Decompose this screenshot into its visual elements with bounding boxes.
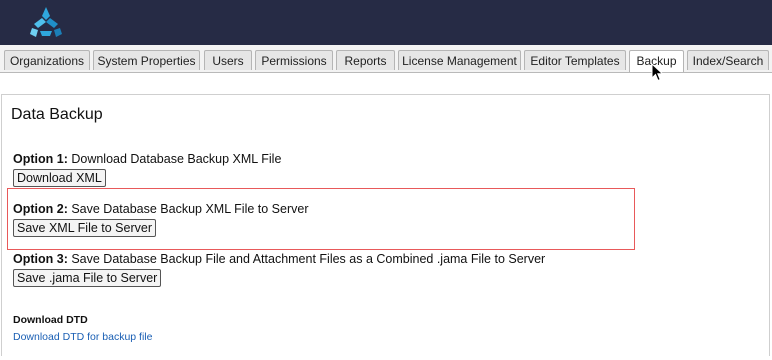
download-xml-button[interactable]: Download XML	[13, 169, 106, 187]
mouse-pointer-icon	[651, 63, 664, 82]
tab-permissions[interactable]: Permissions	[255, 50, 333, 70]
option-2-description: Option 2: Save Database Backup XML File …	[13, 202, 309, 216]
option-3-description: Option 3: Save Database Backup File and …	[13, 252, 545, 266]
download-dtd-heading: Download DTD	[13, 314, 88, 326]
jama-logo-icon[interactable]	[28, 6, 64, 40]
tab-organizations[interactable]: Organizations	[4, 50, 90, 70]
tab-editor-templates[interactable]: Editor Templates	[524, 50, 626, 70]
tab-system-properties[interactable]: System Properties	[93, 50, 200, 70]
option-1-label: Option 1:	[13, 152, 68, 166]
tab-license-management[interactable]: License Management	[398, 50, 521, 70]
option-1-description: Option 1: Download Database Backup XML F…	[13, 152, 281, 166]
tab-index-search[interactable]: Index/Search	[687, 50, 769, 70]
save-xml-to-server-button[interactable]: Save XML File to Server	[13, 219, 157, 237]
download-dtd-link[interactable]: Download DTD for backup file	[13, 331, 152, 343]
option-1-text: Download Database Backup XML File	[71, 152, 282, 166]
save-jama-to-server-button[interactable]: Save .jama File to Server	[13, 269, 162, 287]
option-2-text: Save Database Backup XML File to Server	[71, 202, 309, 216]
tab-reports[interactable]: Reports	[336, 50, 395, 70]
option-2-label: Option 2:	[13, 202, 68, 216]
tab-users[interactable]: Users	[204, 50, 252, 70]
option-3-label: Option 3:	[13, 252, 68, 266]
top-header-bar	[0, 0, 772, 45]
option-3-text: Save Database Backup File and Attachment…	[71, 252, 546, 266]
page-title: Data Backup	[11, 106, 103, 123]
